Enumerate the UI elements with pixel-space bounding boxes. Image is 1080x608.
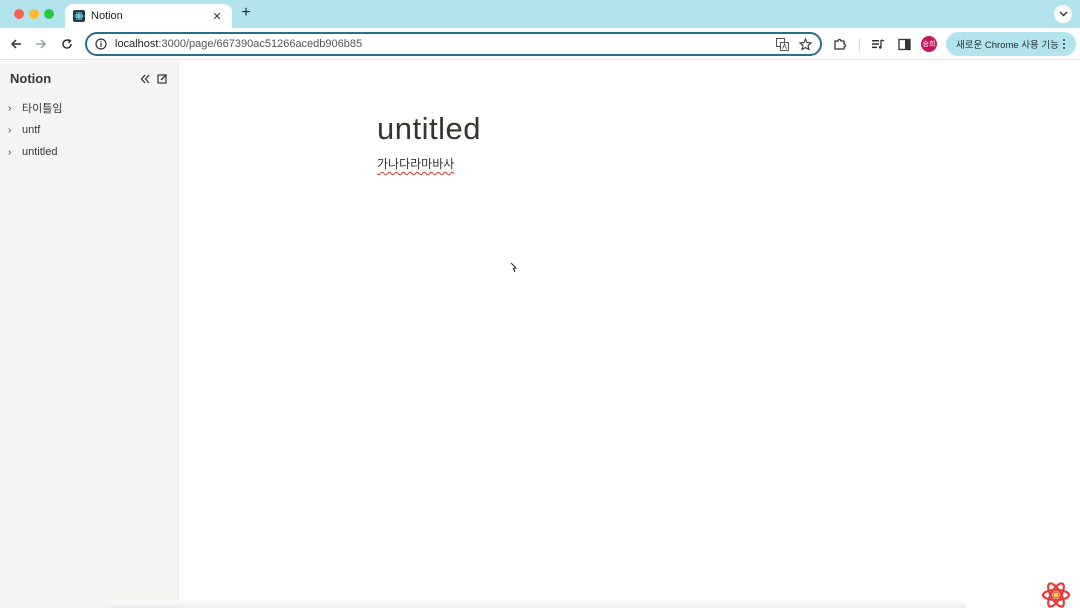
sidebar-item-page[interactable]: › untitled — [8, 141, 62, 163]
sidebar-page-list: › 타이틀임 › untf › untitled — [8, 97, 62, 163]
sidebar-item-label: untf — [22, 124, 41, 136]
arrow-left-icon — [10, 39, 21, 49]
translate-icon[interactable] — [775, 37, 789, 51]
profile-avatar[interactable]: 승희 — [921, 36, 937, 52]
tab-strip: Notion ✕ + — [0, 0, 1080, 28]
close-window-button[interactable] — [14, 9, 24, 19]
browser-toolbar: localhost:3000/page/667390ac51266acedb90… — [0, 28, 1080, 60]
new-chrome-features-button[interactable]: 새로운 Chrome 사용 기능 — [946, 32, 1076, 56]
notion-favicon-icon — [73, 10, 85, 22]
url-text[interactable]: localhost:3000/page/667390ac51266acedb90… — [115, 38, 766, 50]
new-chrome-features-label: 새로운 Chrome 사용 기능 — [956, 40, 1059, 51]
chevron-down-icon — [1059, 11, 1067, 17]
new-tab-button[interactable]: + — [238, 5, 254, 21]
collapse-sidebar-icon[interactable] — [140, 73, 150, 85]
tab-search-button[interactable] — [1054, 5, 1072, 23]
sidebar-title: Notion — [10, 71, 52, 86]
bottom-shadow — [105, 601, 965, 608]
sidebar-item-label: 타이틀임 — [22, 103, 63, 115]
page-content: untitled 가나다라마바사 — [180, 61, 1080, 608]
mouse-cursor-icon — [510, 262, 518, 273]
sidebar-item-page[interactable]: › 타이틀임 — [8, 97, 62, 119]
new-page-icon[interactable] — [157, 73, 168, 84]
maximize-window-button[interactable] — [44, 9, 54, 19]
address-bar[interactable]: localhost:3000/page/667390ac51266acedb90… — [85, 32, 822, 56]
sidebar: Notion › 타이틀임 › untf › untitled — [0, 61, 179, 608]
reload-icon — [62, 38, 72, 49]
reload-button[interactable] — [59, 36, 75, 52]
page-body-text[interactable]: 가나다라마바사 — [377, 155, 454, 172]
url-host: localhost — [115, 38, 159, 50]
react-devtools-icon[interactable] — [1041, 582, 1071, 608]
bookmark-star-icon[interactable] — [798, 37, 812, 51]
url-path: :3000/page/667390ac51266acedb906b85 — [158, 38, 363, 50]
side-panel-icon[interactable] — [896, 36, 912, 52]
forward-button[interactable] — [33, 36, 49, 52]
sidebar-item-label: untitled — [22, 146, 58, 158]
browser-window: Notion ✕ + localhost:3000/page/667390ac5… — [0, 0, 1080, 608]
chevron-right-icon[interactable]: › — [8, 147, 18, 158]
minimize-window-button[interactable] — [29, 9, 39, 19]
tab-title: Notion — [91, 10, 123, 22]
media-control-icon[interactable] — [870, 36, 886, 52]
chevron-right-icon[interactable]: › — [8, 103, 18, 114]
tab-close-icon[interactable]: ✕ — [210, 10, 224, 23]
page-title[interactable]: untitled — [377, 111, 481, 147]
arrow-right-icon — [36, 39, 47, 49]
back-button[interactable] — [8, 36, 24, 52]
site-info-icon[interactable] — [95, 38, 107, 50]
sidebar-item-page[interactable]: › untf — [8, 119, 62, 141]
extensions-puzzle-icon[interactable] — [832, 36, 848, 52]
more-menu-icon[interactable] — [1060, 39, 1068, 49]
browser-tab[interactable]: Notion ✕ — [65, 4, 232, 28]
chevron-right-icon[interactable]: › — [8, 125, 18, 136]
toolbar-divider — [859, 38, 860, 51]
